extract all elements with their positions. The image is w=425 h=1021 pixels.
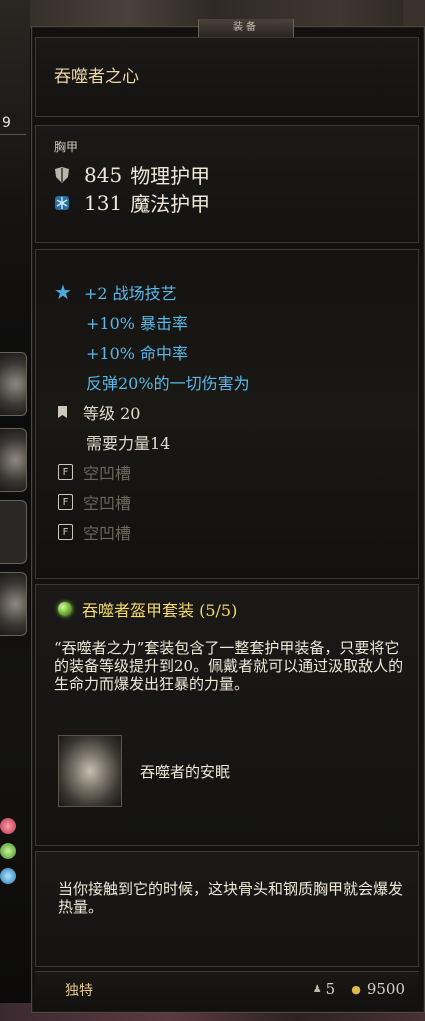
magic-armor-value: 131	[84, 190, 123, 215]
window-tab[interactable]: 装备	[198, 19, 294, 38]
socket-label: 空凹槽	[83, 524, 132, 543]
physical-armor-label: 物理护甲	[130, 164, 211, 188]
snowflake-icon	[54, 194, 70, 212]
requirement: 需要力量14	[86, 434, 171, 453]
item-title-section: 吞噬者之心	[35, 37, 419, 117]
set-description: “吞噬者之力”套装包含了一整套护甲装备，只要将它的装备等级提升到20。佩戴者就可…	[54, 639, 404, 693]
armor-section: 胸甲 845 物理护甲 131 魔法护甲	[35, 125, 419, 243]
item-weight: 5	[325, 980, 336, 998]
inventory-slot[interactable]	[0, 352, 27, 416]
coin-icon: ●	[351, 982, 361, 996]
item-slot: 胸甲	[54, 140, 79, 154]
orb-icon[interactable]	[0, 843, 16, 859]
gem-icon	[58, 602, 72, 616]
socket-row: F 空凹槽	[58, 520, 131, 544]
inventory-slot[interactable]	[0, 572, 27, 636]
magic-armor-row: 131 魔法护甲	[54, 188, 210, 217]
socket-label: 空凹槽	[83, 494, 132, 513]
heart-icon[interactable]	[0, 818, 16, 834]
set-section: 吞噬者盔甲套装 (5/5) “吞噬者之力”套装包含了一整套护甲装备，只要将它的装…	[35, 584, 419, 846]
star-icon: ★	[54, 280, 72, 304]
socket-label: 空凹槽	[83, 464, 132, 483]
physical-armor-row: 845 物理护甲	[54, 160, 210, 189]
orb-icon[interactable]	[0, 868, 16, 884]
physical-armor-value: 845	[84, 162, 123, 187]
tooltip-footer: 独特 ♟ 5 ● 9500	[35, 971, 419, 1006]
bonus-text: 反弹20%的一切伤害为	[86, 374, 250, 393]
item-tooltip: 装备 吞噬者之心 胸甲 845 物理护甲 131 魔法护甲 ★ +2 战场技艺 …	[31, 19, 425, 1013]
bonus-text: +2 战场技艺	[83, 284, 177, 303]
inventory-slot[interactable]	[0, 428, 27, 492]
magic-armor-label: 魔法护甲	[130, 192, 211, 216]
inventory-slot[interactable]	[0, 500, 27, 564]
stack-count: 9	[0, 112, 26, 135]
rune-socket-icon: F	[58, 494, 73, 510]
rune-socket-icon: F	[58, 524, 73, 540]
flavor-section: 当你接触到它的时候，这块骨头和钢质胸甲就会爆发热量。	[35, 851, 419, 967]
set-header: 吞噬者盔甲套装 (5/5)	[58, 597, 237, 621]
rarity-label: 独特	[65, 983, 93, 999]
set-name: 吞噬者盔甲套装 (5/5)	[82, 601, 238, 620]
item-name: 吞噬者之心	[54, 67, 139, 87]
rune-socket-icon: F	[58, 464, 73, 480]
socket-row: F 空凹槽	[58, 490, 131, 514]
bonus-text: +10% 暴击率	[86, 314, 189, 333]
bonus-text: +10% 命中率	[86, 344, 189, 363]
item-price: 9500	[366, 980, 405, 998]
bookmark-icon	[58, 406, 67, 418]
weight-icon: ♟	[312, 983, 322, 995]
set-item-name: 吞噬者的安眠	[140, 763, 231, 781]
weight-price: ♟ 5 ● 9500	[313, 980, 405, 998]
bonus-row: ★ +2 战场技艺	[54, 280, 177, 304]
shield-icon	[54, 166, 70, 184]
level-row: 等级 20	[58, 400, 140, 424]
stats-section: ★ +2 战场技艺 +10% 暴击率 +10% 命中率 反弹20%的一切伤害为 …	[35, 249, 419, 579]
socket-row: F 空凹槽	[58, 460, 131, 484]
flavor-text: 当你接触到它的时候，这块骨头和钢质胸甲就会爆发热量。	[58, 880, 404, 916]
set-item-icon[interactable]	[58, 735, 122, 807]
item-level: 等级 20	[83, 404, 141, 423]
